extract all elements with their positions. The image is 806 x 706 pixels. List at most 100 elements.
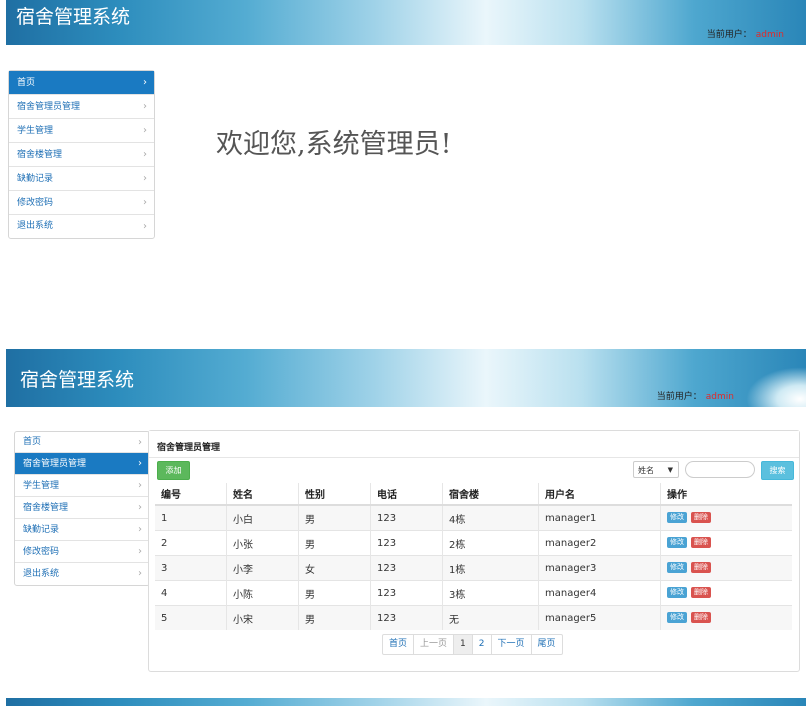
menu-item-logout[interactable]: 退出系统 › [15, 563, 149, 585]
cell-name: 小李 [226, 555, 299, 581]
cell-building: 无 [442, 605, 539, 630]
menu-item-building[interactable]: 宿舍楼管理 › [9, 143, 154, 167]
edit-button[interactable]: 修改 [667, 562, 687, 574]
header-banner: 宿舍管理系统 当前用户： admin [6, 349, 806, 407]
column-header: 姓名 [226, 483, 299, 506]
chevron-right-icon: › [143, 173, 147, 184]
cell-gender: 男 [298, 605, 371, 630]
column-header: 用户名 [538, 483, 661, 506]
delete-button[interactable]: 删除 [691, 537, 711, 549]
menu-item-label: 宿舍楼管理 [17, 150, 63, 160]
search-field-select[interactable]: 姓名 ▼ [633, 461, 679, 478]
sidebar-menu: 首页 › 宿舍管理员管理 › 学生管理 › 宿舍楼管理 › 缺勤记录 › 修改密码 › 退出… [8, 70, 155, 239]
table-row: 2 小张 男 123 2栋 manager2 修改 删除 [155, 530, 792, 556]
delete-button[interactable]: 删除 [691, 612, 711, 624]
search-button[interactable]: 搜索 [761, 461, 794, 480]
pager-page-2[interactable]: 2 [471, 635, 491, 654]
menu-item-label: 首页 [23, 437, 42, 447]
pager-first[interactable]: 首页 [383, 635, 413, 654]
delete-button[interactable]: 删除 [691, 587, 711, 599]
chevron-right-icon: › [138, 480, 142, 491]
cell-username: manager2 [538, 530, 661, 556]
next-screen-strip [0, 698, 806, 706]
cell-username: manager5 [538, 605, 661, 630]
search-field-value: 姓名 [638, 466, 654, 475]
column-header: 编号 [155, 483, 227, 506]
caret-down-icon: ▼ [667, 466, 673, 474]
sidebar-menu: 首页 › 宿舍管理员管理 › 学生管理 › 宿舍楼管理 › 缺勤记录 › 修改密码 › 退出… [14, 431, 150, 586]
current-user-label: 当前用户： [706, 30, 752, 40]
chevron-right-icon: › [138, 502, 142, 513]
cell-username: manager3 [538, 555, 661, 581]
menu-item-student[interactable]: 学生管理 › [9, 119, 154, 143]
cell-name: 小张 [226, 530, 299, 556]
menu-item-label: 首页 [17, 78, 36, 88]
edit-button[interactable]: 修改 [667, 587, 687, 599]
header-banner [6, 698, 806, 706]
menu-item-label: 退出系统 [23, 569, 60, 579]
delete-button[interactable]: 删除 [691, 512, 711, 524]
cell-gender: 男 [298, 580, 371, 606]
menu-item-building[interactable]: 宿舍楼管理 › [15, 497, 149, 519]
menu-item-label: 宿舍楼管理 [23, 503, 69, 513]
chevron-right-icon: › [138, 437, 142, 448]
menu-item-dorm-manager[interactable]: 宿舍管理员管理 › [9, 95, 154, 119]
edit-button[interactable]: 修改 [667, 512, 687, 524]
edit-button[interactable]: 修改 [667, 537, 687, 549]
app-title: 宿舍管理系统 [20, 369, 135, 391]
chevron-right-icon: › [138, 546, 142, 557]
add-button[interactable]: 添加 [157, 461, 190, 480]
cell-id: 4 [155, 580, 227, 606]
menu-item-absence[interactable]: 缺勤记录 › [15, 519, 149, 541]
manager-panel: 宿舍管理员管理 添加 姓名 ▼ 搜索 编号 姓名 性别 电话 宿舍楼 用户名 操… [148, 430, 800, 672]
menu-item-label: 修改密码 [17, 198, 54, 208]
menu-item-label: 退出系统 [17, 221, 54, 231]
cell-gender: 男 [298, 504, 371, 531]
cell-username: manager4 [538, 580, 661, 606]
pager-prev[interactable]: 上一页 [413, 635, 453, 654]
menu-item-dorm-manager[interactable]: 宿舍管理员管理 › [15, 453, 149, 475]
menu-item-student[interactable]: 学生管理 › [15, 475, 149, 497]
cell-actions: 修改 删除 [660, 530, 792, 556]
pager-last[interactable]: 尾页 [530, 635, 562, 654]
cell-name: 小宋 [226, 605, 299, 630]
menu-item-home[interactable]: 首页 › [15, 432, 149, 453]
current-user-name[interactable]: admin [756, 30, 784, 40]
cell-phone: 123 [370, 580, 443, 606]
search-input[interactable] [685, 461, 755, 478]
cell-name: 小陈 [226, 580, 299, 606]
chevron-right-icon: › [143, 149, 147, 160]
current-user: 当前用户： admin [657, 389, 734, 402]
chevron-right-icon: › [143, 197, 147, 208]
menu-item-absence[interactable]: 缺勤记录 › [9, 167, 154, 191]
menu-item-label: 学生管理 [17, 126, 54, 136]
menu-item-password[interactable]: 修改密码 › [15, 541, 149, 563]
cell-actions: 修改 删除 [660, 555, 792, 581]
table-row: 1 小白 男 123 4栋 manager1 修改 删除 [155, 504, 792, 531]
chevron-right-icon: › [138, 524, 142, 535]
edit-button[interactable]: 修改 [667, 612, 687, 624]
header-banner: 宿舍管理系统 当前用户： admin [6, 0, 806, 45]
current-user-name[interactable]: admin [706, 392, 734, 402]
pagination: 首页 上一页 1 2 下一页 尾页 [382, 634, 563, 655]
table-row: 4 小陈 男 123 3栋 manager4 修改 删除 [155, 580, 792, 606]
manager-table: 编号 姓名 性别 电话 宿舍楼 用户名 操作 1 小白 男 123 4栋 man… [155, 483, 792, 630]
menu-item-home[interactable]: 首页 › [9, 71, 154, 95]
app-title: 宿舍管理系统 [16, 6, 131, 28]
current-user-label: 当前用户： [656, 392, 702, 402]
cell-id: 1 [155, 504, 227, 531]
cell-actions: 修改 删除 [660, 580, 792, 606]
pager-next[interactable]: 下一页 [490, 635, 531, 654]
cell-gender: 男 [298, 530, 371, 556]
menu-item-logout[interactable]: 退出系统 › [9, 215, 154, 238]
table-header-row: 编号 姓名 性别 电话 宿舍楼 用户名 操作 [155, 483, 792, 506]
home-screen: 宿舍管理系统 当前用户： admin 首页 › 宿舍管理员管理 › 学生管理 › 宿舍楼… [0, 0, 806, 340]
wave-decoration [746, 367, 806, 407]
delete-button[interactable]: 删除 [691, 562, 711, 574]
pager-page-1[interactable]: 1 [453, 635, 472, 654]
chevron-right-icon: › [143, 101, 147, 112]
cell-actions: 修改 删除 [660, 504, 792, 531]
menu-item-password[interactable]: 修改密码 › [9, 191, 154, 215]
menu-item-label: 修改密码 [23, 547, 60, 557]
column-header: 电话 [370, 483, 443, 506]
